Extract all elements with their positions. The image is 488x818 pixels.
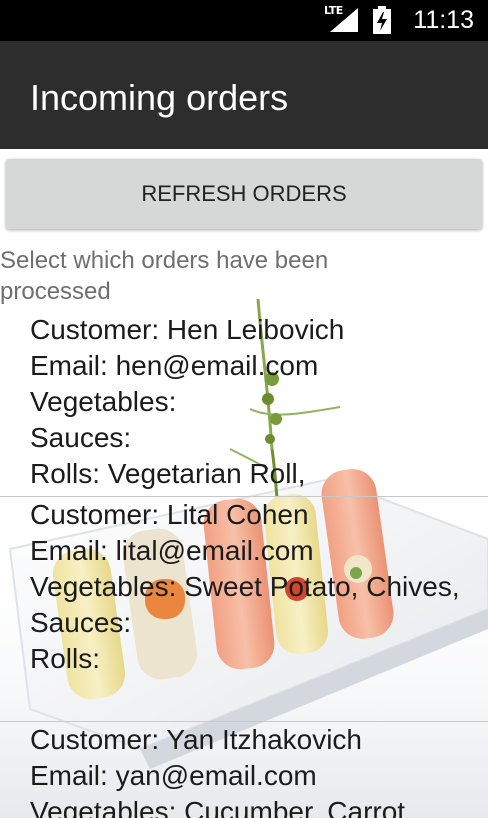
app-bar: Incoming orders: [0, 41, 488, 149]
order-customer: Customer: Lital Cohen: [30, 499, 309, 530]
order-rolls: Rolls: Vegetarian Roll,: [30, 458, 306, 489]
status-clock: 11:13: [413, 6, 474, 34]
order-vegetables: Vegetables:: [30, 386, 177, 417]
order-email: Email: lital@email.com: [30, 535, 314, 566]
order-item[interactable]: Customer: Lital Cohen Email: lital@email…: [0, 497, 488, 722]
order-vegetables: Vegetables: Cucumber, Carrot: [30, 796, 406, 818]
order-rolls: Rolls:: [30, 643, 101, 674]
order-sauces: Sauces:: [30, 607, 132, 638]
battery-icon: [373, 6, 391, 34]
status-bar: LTE 11:13: [0, 0, 488, 41]
order-list: Customer: Hen Leibovich Email: hen@email…: [0, 312, 488, 818]
order-email: Email: hen@email.com: [30, 350, 319, 381]
refresh-orders-button[interactable]: REFRESH ORDERS: [6, 159, 482, 229]
signal-icon: [330, 8, 358, 32]
page-title: Incoming orders: [30, 77, 289, 118]
main-content: REFRESH ORDERS Select which orders have …: [0, 149, 488, 818]
order-vegetables: Vegetables: Sweet Potato, Chives,: [30, 571, 460, 602]
instruction-text: Select which orders have been processed: [0, 247, 329, 305]
order-sauces: Sauces:: [30, 422, 132, 453]
order-customer: Customer: Yan Itzhakovich: [30, 724, 363, 755]
order-customer: Customer: Hen Leibovich: [30, 314, 345, 345]
order-email: Email: yan@email.com: [30, 760, 317, 791]
order-item[interactable]: Customer: Yan Itzhakovich Email: yan@ema…: [0, 722, 488, 818]
order-item[interactable]: Customer: Hen Leibovich Email: hen@email…: [0, 312, 488, 497]
